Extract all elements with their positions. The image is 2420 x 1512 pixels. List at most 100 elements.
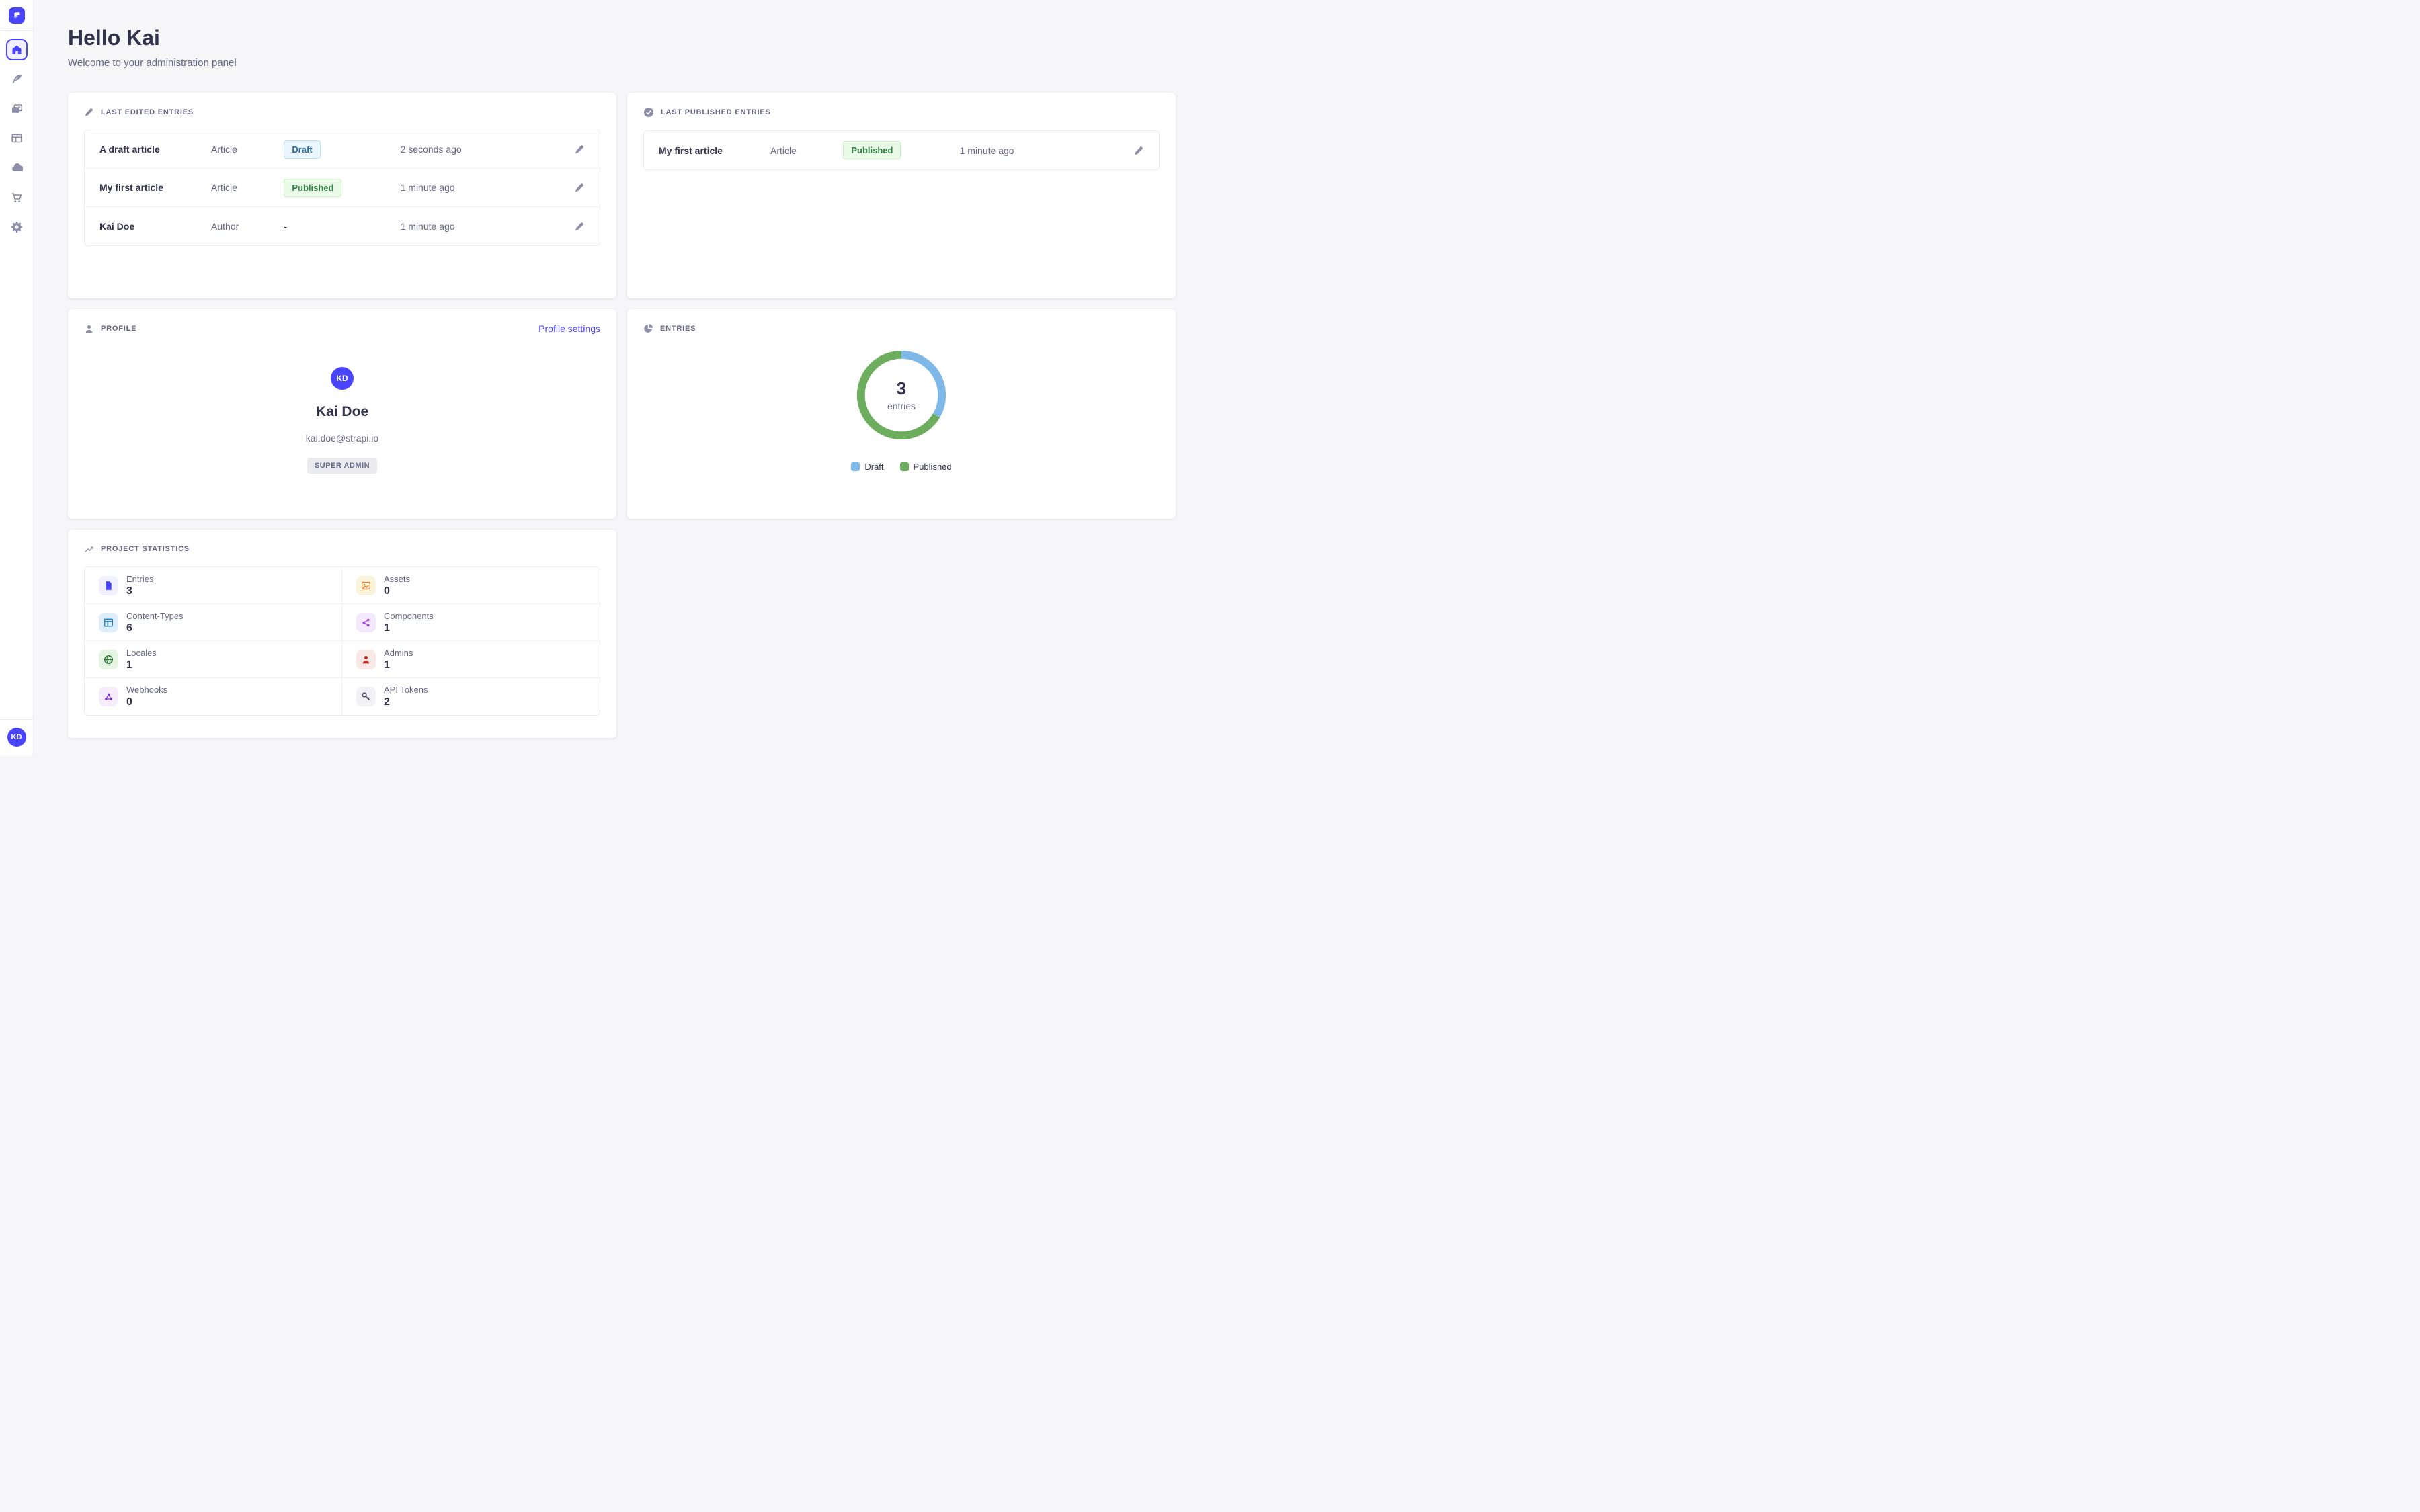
- profile-body: KD Kai Doe kai.doe@strapi.io SUPER ADMIN: [68, 343, 616, 474]
- entries-total-label: entries: [887, 401, 916, 411]
- last-edited-table: A draft article Article Draft 2 seconds …: [84, 130, 600, 246]
- stat-value: 0: [126, 696, 167, 708]
- sidebar-item-content-manager[interactable]: [6, 69, 28, 90]
- card-title: LAST PUBLISHED ENTRIES: [661, 108, 771, 116]
- table-row[interactable]: A draft article Article Draft 2 seconds …: [85, 130, 600, 169]
- entry-time: 1 minute ago: [960, 145, 1100, 156]
- admin-user-icon: [356, 650, 376, 669]
- status-badge: Draft: [284, 140, 320, 159]
- stat-value: 1: [384, 622, 434, 634]
- card-header: PROJECT STATISTICS: [68, 530, 616, 562]
- profile-name: Kai Doe: [316, 404, 368, 420]
- trend-up-icon: [84, 544, 94, 554]
- card-title: ENTRIES: [660, 325, 696, 333]
- legend-label: Draft: [864, 462, 883, 472]
- table-row[interactable]: My first article Article Published 1 min…: [644, 131, 1159, 169]
- sidebar: KD: [0, 0, 34, 756]
- media-library-icon: [11, 103, 23, 115]
- stat-webhooks: Webhooks0: [85, 678, 342, 715]
- layout-icon: [99, 613, 118, 632]
- strapi-logo[interactable]: [9, 7, 25, 24]
- entries-total: 3: [897, 380, 906, 397]
- donut-center: 3 entries: [852, 346, 951, 444]
- pie-chart-icon: [643, 323, 653, 333]
- stat-components: Components1: [342, 604, 600, 641]
- sidebar-divider-bottom: [0, 719, 33, 720]
- home-icon: [11, 44, 22, 55]
- status-empty: -: [284, 221, 400, 232]
- last-edited-entries-card: LAST EDITED ENTRIES A draft article Arti…: [68, 93, 616, 298]
- legend-swatch: [851, 462, 860, 471]
- check-circle-icon: [643, 107, 654, 118]
- pencil-icon: [84, 107, 94, 117]
- stat-value: 3: [126, 585, 153, 597]
- entry-type: Article: [211, 144, 284, 155]
- pencil-icon: [574, 221, 585, 232]
- last-published-entries-card: LAST PUBLISHED ENTRIES My first article …: [627, 93, 1176, 298]
- page-title: Hello Kai: [68, 26, 1176, 50]
- stats-table: Entries3 Assets0 Content-Types6: [84, 566, 600, 716]
- file-icon: [99, 576, 118, 595]
- globe-icon: [99, 650, 118, 669]
- legend-label: Published: [914, 462, 952, 472]
- share-nodes-icon: [356, 613, 376, 632]
- stat-value: 6: [126, 622, 184, 634]
- card-header: ENTRIES: [627, 309, 1176, 342]
- image-icon: [356, 576, 376, 595]
- stat-value: 0: [384, 585, 410, 597]
- app-root: KD Hello Kai Welcome to your administrat…: [0, 0, 1210, 756]
- pencil-icon: [1133, 145, 1144, 156]
- edit-entry-button[interactable]: [574, 144, 585, 155]
- user-icon: [84, 324, 94, 334]
- stat-label: Entries: [126, 574, 153, 584]
- stat-api-tokens: API Tokens2: [342, 678, 600, 715]
- settings-gear-icon: [11, 221, 23, 233]
- edit-entry-button[interactable]: [574, 221, 585, 232]
- stat-label: API Tokens: [384, 685, 428, 695]
- legend-item-draft: Draft: [851, 462, 883, 472]
- card-title: LAST EDITED ENTRIES: [101, 108, 194, 116]
- stat-label: Webhooks: [126, 685, 167, 695]
- stat-label: Locales: [126, 648, 157, 658]
- status-badge: Published: [284, 179, 341, 197]
- stat-locales: Locales1: [85, 641, 342, 678]
- stat-content-types: Content-Types6: [85, 604, 342, 641]
- sidebar-item-settings[interactable]: [6, 216, 28, 238]
- entry-time: 1 minute ago: [401, 182, 541, 193]
- sidebar-bottom: KD: [0, 719, 33, 756]
- sidebar-item-marketplace[interactable]: [6, 187, 28, 208]
- entry-name: Kai Doe: [99, 221, 211, 232]
- sidebar-item-media-library[interactable]: [6, 98, 28, 120]
- edit-entry-button[interactable]: [574, 182, 585, 193]
- sidebar-item-deploy[interactable]: [6, 157, 28, 179]
- legend-item-published: Published: [900, 462, 952, 472]
- strapi-logo-icon: [11, 10, 22, 21]
- table-row[interactable]: My first article Article Published 1 min…: [85, 169, 600, 207]
- pencil-icon: [574, 182, 585, 193]
- table-row[interactable]: Kai Doe Author - 1 minute ago: [85, 207, 600, 245]
- status-badge: Published: [843, 141, 901, 159]
- marketplace-cart-icon: [11, 192, 23, 204]
- card-header: LAST PUBLISHED ENTRIES: [627, 93, 1176, 126]
- sidebar-item-home[interactable]: [6, 39, 28, 60]
- sidebar-nav: [6, 31, 28, 238]
- edit-entry-button[interactable]: [1133, 145, 1144, 156]
- cloud-icon: [11, 162, 23, 174]
- project-statistics-card: PROJECT STATISTICS Entries3 Assets0: [68, 530, 616, 738]
- card-header: PROFILE Profile settings: [68, 309, 616, 343]
- entry-name: My first article: [99, 182, 211, 193]
- key-icon: [356, 687, 376, 706]
- dashboard-grid: LAST EDITED ENTRIES A draft article Arti…: [68, 93, 1176, 738]
- pencil-icon: [574, 144, 585, 155]
- page-subtitle: Welcome to your administration panel: [68, 57, 1176, 69]
- entry-type: Article: [770, 145, 843, 156]
- user-avatar[interactable]: KD: [7, 728, 26, 747]
- webhook-icon: [99, 687, 118, 706]
- legend-swatch: [900, 462, 909, 471]
- profile-email: kai.doe@strapi.io: [306, 433, 378, 444]
- profile-settings-link[interactable]: Profile settings: [538, 323, 600, 334]
- entries-body: 3 entries Draft Published: [627, 342, 1176, 472]
- content-type-builder-icon: [11, 132, 23, 144]
- sidebar-item-content-type-builder[interactable]: [6, 128, 28, 149]
- stat-entries: Entries3: [85, 567, 342, 604]
